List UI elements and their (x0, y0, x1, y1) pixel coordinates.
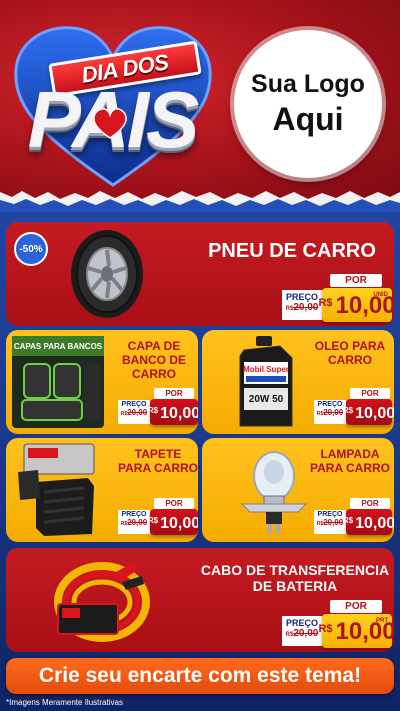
jumper-cable-icon (54, 562, 150, 642)
old-price: R$20,00 (282, 302, 322, 313)
old-price-value: 20,00 (293, 302, 319, 313)
por-label: POR (350, 388, 390, 399)
price-box: R$ 10,00 (147, 509, 198, 535)
por-label: POR (154, 388, 194, 399)
currency: R$ (318, 297, 333, 309)
small-heart-icon (93, 108, 127, 139)
unit-label: UNID (373, 292, 388, 298)
torn-edge (0, 191, 400, 212)
old-price: R$20,00 (118, 408, 150, 417)
cta-text: Crie seu encarte com este tema! (38, 664, 362, 687)
por-label: POR (154, 498, 194, 509)
preco-label: PREÇO (285, 618, 318, 628)
logo-line1: Sua Logo (251, 70, 365, 98)
price-box: R$ 10,00 (147, 399, 198, 425)
seat-cover-icon: CAPAS PARA BANCOS (12, 336, 104, 428)
unit-label: PRT (376, 618, 388, 624)
currency: R$ (147, 516, 159, 525)
price-tag: POR PREÇO R$20,00 R$ 10,00 (312, 388, 394, 428)
old-price-box: PREÇO R$20,00 (118, 510, 150, 534)
old-price: R$20,00 (118, 518, 150, 527)
create-flyer-button[interactable]: Crie seu encarte com este tema! (6, 658, 394, 694)
product-card-oil[interactable]: Mobil Super 20W 50 OLEO PARA CARRO POR P… (202, 330, 394, 434)
old-price: R$20,00 (314, 518, 346, 527)
package-text: CAPAS PARA BANCOS (14, 342, 103, 351)
header: DIA DOS PAIS Sua Logo Aqui (0, 0, 400, 200)
old-price-value: 20,00 (127, 408, 148, 417)
old-price-box: PREÇO R$20,00 (282, 290, 322, 320)
old-price-box: PREÇO R$20,00 (282, 616, 322, 646)
por-label: POR (330, 600, 382, 613)
por-label: POR (330, 274, 382, 287)
oil-bottle-icon: Mobil Super 20W 50 (239, 336, 293, 427)
tire-icon (71, 230, 143, 318)
currency: R$ (147, 406, 159, 415)
product-title: OLEO PARA CARRO (314, 339, 386, 367)
price-value: 10,00 (355, 515, 394, 532)
product-card-headlight[interactable]: LAMPADA PARA CARRO POR PREÇO R$20,00 R$ … (202, 438, 394, 542)
product-title: TAPETE PARA CARRO (118, 447, 198, 475)
currency: R$ (342, 516, 354, 525)
headlight-bulb-icon (240, 451, 308, 534)
preco-label: PREÇO (121, 401, 147, 408)
bottle-brand: Mobil Super (243, 365, 289, 374)
disclaimer: *Imagens Meramente Ilustrativas (6, 698, 123, 707)
product-title: LAMPADA PARA CARRO (310, 447, 390, 475)
old-price-value: 20,00 (127, 518, 148, 527)
price-value: 10,00 (355, 405, 394, 422)
product-title: CABO DE TRANSFERENCIA DE BATERIA (200, 562, 390, 595)
old-price-box: PREÇO R$20,00 (314, 510, 346, 534)
price-box: R$ 10,00 (342, 399, 394, 425)
product-title: CAPA DE BANCO DE CARRO (121, 339, 186, 381)
old-price-box: PREÇO R$20,00 (314, 400, 346, 424)
flyer: DIA DOS PAIS Sua Logo Aqui -50% PNEU DE … (0, 0, 400, 711)
discount-badge: -50% (14, 232, 48, 266)
preco-label: PREÇO (121, 511, 147, 518)
product-title: PNEU DE CARRO (208, 240, 376, 262)
price-value: 10,00 (160, 405, 198, 422)
old-price: R$20,00 (314, 408, 346, 417)
price-tag: POR PREÇO R$20,00 R$ 10,00 (114, 388, 198, 428)
currency: R$ (342, 406, 354, 415)
old-price-value: 20,00 (293, 628, 319, 639)
price-box: R$ 10,00 UNID (318, 288, 394, 322)
por-label: POR (350, 498, 390, 509)
currency: R$ (318, 623, 333, 635)
preco-label: PREÇO (285, 292, 318, 302)
logo-placeholder: Sua Logo Aqui (234, 30, 382, 178)
old-price: R$20,00 (282, 628, 322, 639)
product-card-tire[interactable]: -50% PNEU DE CARRO POR PREÇO R$20,00 R$ … (6, 222, 394, 326)
price-value: 10,00 (160, 515, 198, 532)
old-price-box: PREÇO R$20,00 (118, 400, 150, 424)
floor-mat-icon (18, 443, 95, 536)
logo-line2: Aqui (272, 101, 344, 137)
price-tag: POR PREÇO R$20,00 R$ 10,00 PRT (276, 600, 394, 650)
product-card-floor-mat[interactable]: TAPETE PARA CARRO POR PREÇO R$20,00 R$ 1… (6, 438, 198, 542)
price-box: R$ 10,00 (342, 509, 394, 535)
old-price-value: 20,00 (323, 408, 344, 417)
product-card-seat-cover[interactable]: CAPAS PARA BANCOS CAPA DE BANCO DE CARRO… (6, 330, 198, 434)
preco-label: PREÇO (317, 511, 343, 518)
product-card-jumper-cable[interactable]: CABO DE TRANSFERENCIA DE BATERIA POR PRE… (6, 548, 394, 652)
price-tag: POR PREÇO R$20,00 R$ 10,00 UNID (276, 274, 394, 324)
preco-label: PREÇO (317, 401, 343, 408)
price-tag: POR PREÇO R$20,00 R$ 10,00 (114, 498, 198, 538)
old-price-value: 20,00 (323, 518, 344, 527)
price-tag: POR PREÇO R$20,00 R$ 10,00 (312, 498, 394, 538)
bottle-grade: 20W 50 (249, 394, 284, 405)
price-box: R$ 10,00 PRT (318, 614, 394, 648)
